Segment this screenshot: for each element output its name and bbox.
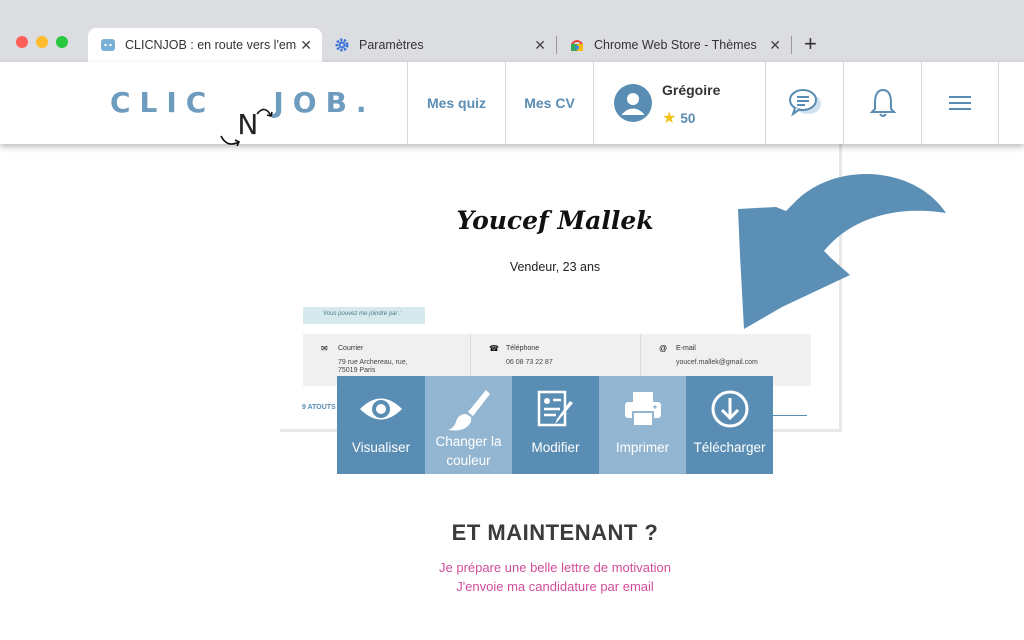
tab-title: Paramètres xyxy=(359,38,424,52)
visualiser-button[interactable]: Visualiser xyxy=(337,376,425,474)
telecharger-button[interactable]: Télécharger xyxy=(686,376,773,474)
action-label: Imprimer xyxy=(615,440,670,455)
tab-separator xyxy=(791,36,792,54)
logo-text-right: JOB. xyxy=(273,86,376,119)
menu-button[interactable] xyxy=(921,62,999,144)
tab-chrome-web-store[interactable]: Chrome Web Store - Thèmes ✕ xyxy=(557,28,791,62)
tab-close-icon[interactable]: ✕ xyxy=(534,37,546,53)
user-name: Grégoire xyxy=(662,82,721,98)
paintbrush-icon xyxy=(446,386,492,432)
tab-title: Chrome Web Store - Thèmes xyxy=(594,38,757,52)
tab-clicnjob[interactable]: CLICNJOB : en route vers l'ema ✕ xyxy=(88,28,322,62)
contact-label: Téléphone xyxy=(506,345,540,352)
pointer-arrow-icon xyxy=(738,174,946,329)
contact-value: 06 08 73 22 87 xyxy=(506,359,553,366)
phone-icon: ☎ xyxy=(489,344,499,353)
minimize-window-button[interactable] xyxy=(36,36,48,48)
user-profile[interactable]: Grégoire ★ 50 xyxy=(593,62,765,144)
cv-section-rule xyxy=(773,415,807,416)
changer-couleur-button[interactable]: Changer la couleur xyxy=(425,376,512,474)
next-steps-title: ET MAINTENANT ? xyxy=(451,520,659,545)
new-tab-button[interactable]: + xyxy=(804,31,817,57)
messages-button[interactable] xyxy=(765,62,843,144)
points-value: 50 xyxy=(680,110,696,126)
tab-parametres[interactable]: Paramètres ✕ xyxy=(322,28,556,62)
user-points: ★ 50 xyxy=(662,108,695,128)
browser-chrome: CLICNJOB : en route vers l'ema ✕ Paramèt… xyxy=(0,0,1024,62)
contact-label: E-mail xyxy=(676,345,696,352)
action-label: Visualiser xyxy=(351,440,411,455)
next-step-letter-link[interactable]: Je prépare une belle lettre de motivatio… xyxy=(43,560,1024,575)
at-icon: @ xyxy=(659,344,668,353)
tab-title: CLICNJOB : en route vers l'ema xyxy=(125,38,297,52)
nav-mes-quiz[interactable]: Mes quiz xyxy=(407,62,505,144)
cv-section-peek: 9 ATOUTS xyxy=(302,404,336,411)
action-label: Télécharger xyxy=(693,440,766,455)
next-step-email-link[interactable]: J'envoie ma candidature par email xyxy=(43,579,1024,594)
nav-mes-cv-label: Mes CV xyxy=(524,95,575,111)
contact-value: 79 rue Archereau, rue, xyxy=(338,359,408,366)
gear-icon xyxy=(334,37,350,53)
tab-close-icon[interactable]: ✕ xyxy=(769,37,781,53)
edit-document-icon xyxy=(536,386,576,432)
logo-arrows-icon xyxy=(220,108,274,147)
printer-icon xyxy=(623,386,663,432)
action-label: Modifier xyxy=(531,440,580,455)
download-icon xyxy=(710,386,750,432)
nav-mes-quiz-label: Mes quiz xyxy=(426,95,487,111)
notifications-button[interactable] xyxy=(843,62,921,144)
site-header: CLIC N JOB. Mes quiz Mes CV Grégoire ★ 50 xyxy=(0,62,1024,147)
contact-tag: Vous pouvez me joindre par : xyxy=(303,307,425,324)
logo-text-left: CLIC xyxy=(110,86,216,119)
web-store-icon xyxy=(569,37,585,53)
contact-label: Courrier xyxy=(338,345,364,352)
mail-icon: ✉ xyxy=(321,344,328,353)
nav-mes-cv[interactable]: Mes CV xyxy=(505,62,593,144)
tab-close-icon[interactable]: ✕ xyxy=(300,37,312,53)
star-icon: ★ xyxy=(662,110,677,127)
menu-icon xyxy=(949,96,971,110)
clicnjob-logo[interactable]: CLIC N JOB. xyxy=(110,86,376,147)
avatar-icon xyxy=(614,84,652,122)
modifier-button[interactable]: Modifier xyxy=(512,376,599,474)
contact-value: 75019 Paris xyxy=(338,367,376,374)
imprimer-button[interactable]: Imprimer xyxy=(599,376,686,474)
bell-icon xyxy=(869,88,896,117)
maximize-window-button[interactable] xyxy=(56,36,68,48)
action-label: Changer la xyxy=(435,434,502,449)
eye-icon xyxy=(358,386,404,432)
close-window-button[interactable] xyxy=(16,36,28,48)
contact-value: youcef.mallek@gmail.com xyxy=(676,359,758,366)
clicnjob-favicon-icon xyxy=(100,37,116,53)
action-label-line2: couleur xyxy=(446,453,491,468)
cv-action-bar: Visualiser Changer la couleur Modifier I… xyxy=(337,376,773,474)
chat-icon xyxy=(788,89,821,117)
